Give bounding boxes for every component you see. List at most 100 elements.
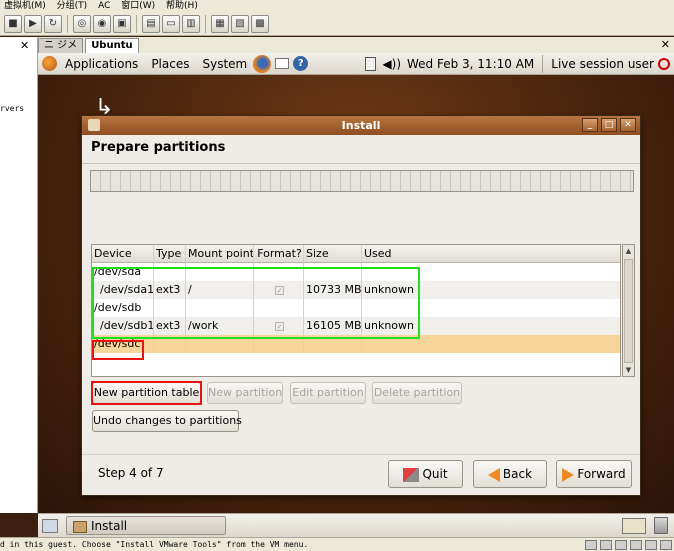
forward-label: Forward bbox=[577, 467, 626, 481]
panel-tray: ◀)) Wed Feb 3, 11:10 AM Live session use… bbox=[359, 53, 674, 75]
column-header-mount[interactable]: Mount point bbox=[186, 245, 254, 262]
forward-button[interactable]: Forward bbox=[556, 460, 632, 488]
menu-places[interactable]: Places bbox=[151, 57, 189, 71]
usb-icon[interactable] bbox=[645, 540, 657, 550]
ubuntu-logo-icon bbox=[42, 56, 57, 71]
revert-snapshot-icon[interactable]: ◉ bbox=[93, 14, 111, 33]
cdrom-icon[interactable] bbox=[600, 540, 612, 550]
vm-menu-ac[interactable]: AC bbox=[98, 1, 110, 11]
clock[interactable]: Wed Feb 3, 11:10 AM bbox=[407, 57, 534, 71]
floppy-icon[interactable] bbox=[615, 540, 627, 550]
column-header-used[interactable]: Used bbox=[362, 245, 620, 262]
summary-icon[interactable]: ▧ bbox=[231, 14, 249, 33]
page-title: Prepare partitions bbox=[91, 140, 226, 155]
quit-icon bbox=[403, 467, 420, 482]
tab-home[interactable]: ニ ジメ bbox=[38, 38, 84, 53]
highlight-box-red-new-table bbox=[91, 381, 202, 405]
vmware-menubar: 虚拟机(M) 分组(T) AC 窗口(W) 帮助(H) bbox=[0, 0, 674, 12]
scroll-up-icon[interactable]: ▲ bbox=[623, 245, 634, 257]
edit-partition-button[interactable]: Edit partition bbox=[290, 382, 366, 404]
vm-menu-vm[interactable]: 虚拟机(M) bbox=[4, 1, 46, 11]
show-desktop-icon[interactable] bbox=[42, 519, 58, 533]
taskbar-install-button[interactable]: Install bbox=[66, 516, 226, 535]
forward-arrow-icon bbox=[562, 467, 575, 482]
table-row-empty bbox=[92, 353, 620, 371]
back-arrow-icon bbox=[487, 467, 500, 482]
scrollbar-thumb[interactable] bbox=[624, 259, 633, 363]
network-adapter-icon[interactable] bbox=[630, 540, 642, 550]
power-icon[interactable] bbox=[658, 58, 670, 70]
column-header-size[interactable]: Size bbox=[304, 245, 362, 262]
vmware-tabbar: ニ ジメ Ubuntu ✕ bbox=[38, 37, 674, 53]
status-message: d in this guest. Choose "Install VMware … bbox=[0, 540, 309, 549]
sidebar-icon[interactable]: ▤ bbox=[142, 14, 160, 33]
hdd-icon[interactable] bbox=[585, 540, 597, 550]
menu-system[interactable]: System bbox=[202, 57, 247, 71]
highlight-box-green bbox=[92, 267, 420, 339]
console-icon[interactable]: ▦ bbox=[211, 14, 229, 33]
back-button[interactable]: Back bbox=[473, 460, 547, 488]
quit-button[interactable]: Quit bbox=[388, 460, 463, 488]
mail-icon[interactable] bbox=[275, 58, 290, 69]
close-icon[interactable]: ✕ bbox=[620, 118, 636, 132]
column-header-format[interactable]: Format? bbox=[254, 245, 304, 262]
table-header: Device Type Mount point Format? Size Use… bbox=[92, 245, 620, 263]
window-controls: _ □ ✕ bbox=[582, 118, 636, 132]
column-header-type[interactable]: Type bbox=[154, 245, 186, 262]
window-icon bbox=[88, 119, 100, 131]
install-window: Install _ □ ✕ Prepare partitions Device … bbox=[81, 115, 641, 496]
gnome-bottom-panel: Install bbox=[38, 513, 674, 537]
quit-label: Quit bbox=[422, 467, 448, 481]
vm-menu-help[interactable]: 帮助(H) bbox=[166, 1, 198, 11]
undo-changes-button[interactable]: Undo changes to partitions bbox=[92, 410, 242, 432]
play-icon[interactable]: ▶ bbox=[24, 14, 42, 33]
column-header-device[interactable]: Device bbox=[92, 245, 154, 262]
appliance-icon[interactable]: ▩ bbox=[251, 14, 269, 33]
help-icon[interactable]: ? bbox=[293, 56, 309, 71]
toolbar-separator bbox=[205, 14, 206, 33]
toolbar-separator bbox=[136, 14, 137, 33]
maximize-icon[interactable]: □ bbox=[601, 118, 617, 132]
user-switcher[interactable]: Live session user bbox=[551, 57, 654, 71]
new-partition-button[interactable]: New partition bbox=[207, 382, 283, 404]
trash-icon[interactable] bbox=[654, 517, 668, 534]
tab-ubuntu[interactable]: Ubuntu bbox=[85, 38, 139, 53]
fullscreen-icon[interactable]: ▭ bbox=[162, 14, 180, 33]
disk-usage-bar bbox=[90, 170, 634, 192]
vm-menu-window[interactable]: 窗口(W) bbox=[121, 1, 155, 11]
snapshot-manager-icon[interactable]: ▣ bbox=[113, 14, 131, 33]
vmware-statusbar: d in this guest. Choose "Install VMware … bbox=[0, 537, 674, 551]
network-icon[interactable] bbox=[365, 57, 377, 71]
table-scrollbar[interactable]: ▲ ▼ bbox=[622, 244, 635, 377]
tab-close-icon[interactable]: ✕ bbox=[661, 38, 670, 51]
install-body: Prepare partitions Device Type Mount poi… bbox=[82, 135, 640, 495]
delete-partition-button[interactable]: Delete partition bbox=[372, 382, 462, 404]
minimize-icon[interactable]: _ bbox=[582, 118, 598, 132]
firefox-icon[interactable] bbox=[253, 54, 272, 73]
menu-applications[interactable]: Applications bbox=[65, 57, 138, 71]
vmware-toolbar: ■ ▶ ↻ ◎ ◉ ▣ ▤ ▭ ▥ ▦ ▧ ▩ bbox=[0, 12, 674, 36]
divider bbox=[82, 163, 640, 164]
gnome-top-panel: Applications Places System ? ◀)) Wed Feb… bbox=[38, 53, 674, 75]
panel-separator bbox=[542, 55, 544, 73]
toolbar-separator bbox=[67, 14, 68, 33]
sidebar-text: rvers bbox=[0, 104, 25, 113]
window-titlebar[interactable]: Install _ □ ✕ bbox=[82, 116, 640, 135]
workspace-switcher[interactable] bbox=[622, 518, 646, 534]
window-title: Install bbox=[341, 119, 381, 132]
device-icons bbox=[585, 540, 672, 550]
back-label: Back bbox=[502, 467, 533, 481]
sidebar-close-icon[interactable]: ✕ bbox=[20, 39, 29, 52]
stop-icon[interactable]: ■ bbox=[4, 14, 22, 33]
highlight-box-red-sdc bbox=[92, 340, 144, 360]
vm-menu-group[interactable]: 分组(T) bbox=[57, 1, 88, 11]
quick-switch-icon[interactable]: ▥ bbox=[182, 14, 200, 33]
snapshot-icon[interactable]: ◎ bbox=[73, 14, 91, 33]
step-indicator: Step 4 of 7 bbox=[98, 466, 164, 480]
divider bbox=[82, 454, 640, 455]
vmware-sidebar: ✕ rvers bbox=[0, 37, 38, 513]
reset-icon[interactable]: ↻ bbox=[44, 14, 62, 33]
volume-icon[interactable]: ◀)) bbox=[382, 57, 401, 71]
sound-icon[interactable] bbox=[660, 540, 672, 550]
scroll-down-icon[interactable]: ▼ bbox=[623, 364, 634, 376]
